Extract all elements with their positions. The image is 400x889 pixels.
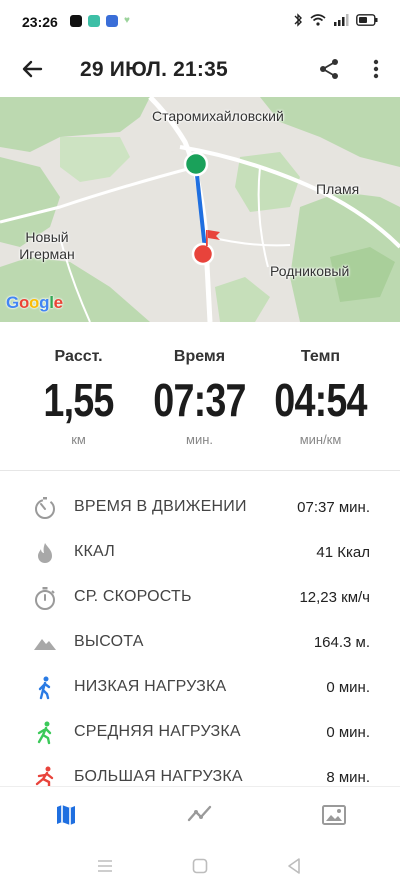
list-item-avg-speed: СР. СКОРОСТЬ 12,23 км/ч	[0, 575, 400, 619]
menu-lines-icon	[98, 860, 112, 872]
tab-charts[interactable]	[185, 800, 215, 830]
image-icon	[322, 805, 346, 825]
divider	[0, 470, 400, 471]
system-navigation-bar	[0, 843, 400, 889]
list-item-medium-load: СРЕДНЯЯ НАГРУЗКА 0 мин.	[0, 710, 400, 754]
back-triangle-icon	[288, 858, 300, 874]
home-square-icon	[192, 858, 208, 874]
app-bar: 29 ИЮЛ. 21:35	[0, 44, 400, 96]
chart-line-icon	[187, 805, 212, 822]
share-button[interactable]	[314, 54, 344, 84]
distance-value: 1,55	[43, 374, 114, 426]
walker-medium-icon	[37, 721, 52, 745]
battery-icon	[356, 14, 378, 26]
workout-summary: Расст. 1,55 км Время 07:37 мин. Темп 04:…	[0, 322, 400, 470]
mountain-icon	[34, 639, 56, 650]
back-button[interactable]	[18, 54, 48, 84]
stopwatch-motion-icon	[35, 497, 55, 519]
recent-apps-button[interactable]	[94, 855, 116, 877]
pace-label: Темп	[300, 348, 341, 365]
moving-time-value: 07:37 мин.	[297, 499, 370, 516]
medium-load-label: СРЕДНЯЯ НАГРУЗКА	[74, 723, 241, 740]
status-system-icons	[293, 13, 378, 27]
stopwatch-icon	[35, 587, 55, 610]
map-label-plamya: Пламя	[316, 181, 360, 197]
arrow-back-icon	[22, 60, 43, 78]
pace-value: 04:54	[274, 374, 367, 426]
distance-label: Расст.	[54, 348, 103, 365]
map-label-novy-igerman: Новый Игерман	[19, 229, 75, 262]
high-load-value: 8 мин.	[326, 769, 370, 786]
kcal-value: 41 Ккал	[316, 544, 370, 561]
map-label-rodnikovy: Родниковый	[270, 263, 350, 279]
low-load-label: НИЗКАЯ НАГРУЗКА	[74, 678, 227, 695]
time-label: Время	[173, 348, 226, 365]
distance-unit: км	[71, 432, 86, 447]
time-unit: мин.	[186, 432, 213, 447]
list-item-moving-time: ВРЕМЯ В ДВИЖЕНИИ 07:37 мин.	[0, 485, 400, 529]
walker-low-icon	[38, 676, 51, 700]
share-icon	[320, 59, 338, 79]
flame-icon	[38, 543, 52, 563]
heart-icon: ♥	[124, 15, 130, 26]
bottom-navigation	[0, 786, 400, 842]
pace-unit: мин/км	[299, 432, 342, 447]
list-item-altitude: ВЫСОТА 164.3 м.	[0, 620, 400, 664]
high-load-label: БОЛЬШАЯ НАГРУЗКА	[74, 768, 243, 785]
low-load-value: 0 мин.	[326, 679, 370, 696]
app-icon	[88, 15, 100, 27]
wifi-icon	[310, 14, 326, 26]
altitude-label: ВЫСОТА	[74, 633, 144, 650]
list-item-low-load: НИЗКАЯ НАГРУЗКА 0 мин.	[0, 665, 400, 709]
tab-map[interactable]	[51, 800, 81, 830]
avg-speed-label: СР. СКОРОСТЬ	[74, 588, 192, 605]
medium-load-value: 0 мин.	[326, 724, 370, 741]
bluetooth-icon	[294, 13, 302, 27]
back-system-button[interactable]	[283, 855, 305, 877]
app-icon	[106, 15, 118, 27]
route-map[interactable]: Старомихайловский Пламя Новый Игерман Ро…	[0, 97, 400, 322]
map-label-staromikhaylovsky: Старомихайловский	[152, 108, 284, 124]
moving-time-label: ВРЕМЯ В ДВИЖЕНИИ	[74, 498, 247, 515]
status-app-icons: ♥	[70, 15, 130, 27]
avg-speed-value: 12,23 км/ч	[299, 589, 370, 606]
status-time: 23:26	[22, 14, 58, 30]
summary-time: Время 07:37 мин.	[133, 322, 266, 447]
map-icon	[57, 805, 75, 825]
more-vert-icon	[373, 59, 379, 79]
page-title: 29 ИЮЛ. 21:35	[80, 58, 228, 81]
summary-pace: Темп 04:54 мин/км	[254, 322, 387, 447]
time-value: 07:37	[153, 374, 246, 426]
summary-distance: Расст. 1,55 км	[12, 322, 145, 447]
google-logo: Google	[6, 293, 63, 312]
status-bar: 23:26 ♥	[0, 0, 400, 44]
more-options-button[interactable]	[361, 54, 391, 84]
home-button[interactable]	[189, 855, 211, 877]
signal-icon	[334, 14, 349, 26]
youtube-icon	[70, 15, 82, 27]
altitude-value: 164.3 м.	[313, 634, 370, 651]
kcal-label: ККАЛ	[74, 543, 115, 560]
tab-photos[interactable]	[319, 800, 349, 830]
list-item-kcal: ККАЛ 41 Ккал	[0, 530, 400, 574]
finish-marker-icon	[191, 230, 220, 266]
